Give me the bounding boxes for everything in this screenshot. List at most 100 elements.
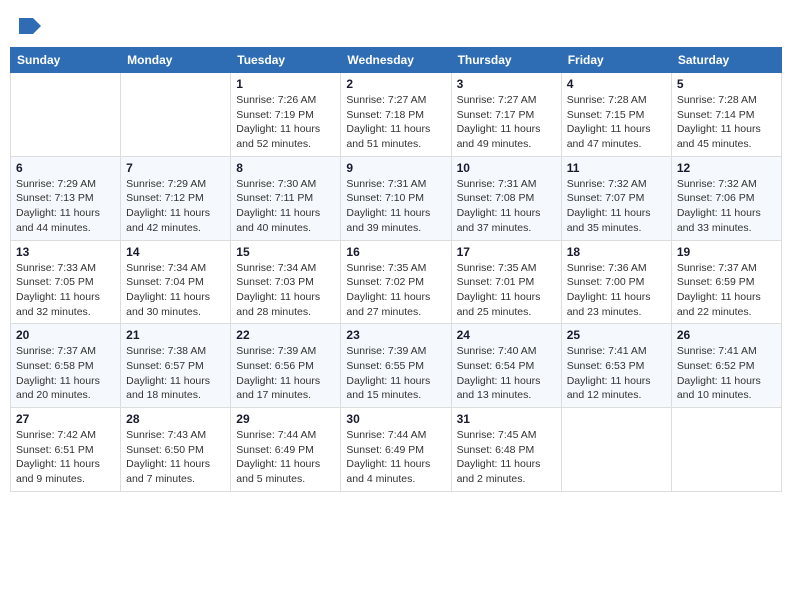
day-cell: 31 Sunrise: 7:45 AMSunset: 6:48 PMDayligh… [451,408,561,492]
day-cell: 16Sunrise: 7:35 AMSunset: 7:02 PMDayligh… [341,240,451,324]
day-cell: 13Sunrise: 7:33 AMSunset: 7:05 PMDayligh… [11,240,121,324]
day-cell: 1Sunrise: 7:26 AMSunset: 7:19 PMDaylight… [231,73,341,157]
day-info: Sunrise: 7:41 AMSunset: 6:52 PMDaylight:… [677,344,776,403]
day-info: Sunrise: 7:36 AMSunset: 7:00 PMDaylight:… [567,261,666,320]
logo-icon [19,18,41,34]
day-cell: 9 Sunrise: 7:31 AMSunset: 7:10 PMDaylight… [341,156,451,240]
day-info: Sunrise: 7:41 AMSunset: 6:53 PMDaylight:… [567,344,666,403]
day-info: Sunrise: 7:37 AMSunset: 6:59 PMDaylight:… [677,261,776,320]
day-cell: 27 Sunrise: 7:42 AMSunset: 6:51 PMDayligh… [11,408,121,492]
day-number: 13 [16,245,115,259]
day-number: 9 [346,161,445,175]
day-info: Sunrise: 7:44 AMSunset: 6:49 PMDaylight:… [346,428,445,487]
day-cell: 12Sunrise: 7:32 AMSunset: 7:06 PMDayligh… [671,156,781,240]
day-cell: 2 Sunrise: 7:27 AMSunset: 7:18 PMDaylight… [341,73,451,157]
day-cell: 28 Sunrise: 7:43 AMSunset: 6:50 PMDayligh… [121,408,231,492]
day-cell: 14 Sunrise: 7:34 AMSunset: 7:04 PMDayligh… [121,240,231,324]
day-number: 3 [457,77,556,91]
day-cell: 7Sunrise: 7:29 AMSunset: 7:12 PMDaylight… [121,156,231,240]
day-cell: 22 Sunrise: 7:39 AMSunset: 6:56 PMDayligh… [231,324,341,408]
week-row-5: 27 Sunrise: 7:42 AMSunset: 6:51 PMDayligh… [11,408,782,492]
day-number: 10 [457,161,556,175]
day-cell: 4 Sunrise: 7:28 AMSunset: 7:15 PMDaylight… [561,73,671,157]
day-cell: 26 Sunrise: 7:41 AMSunset: 6:52 PMDayligh… [671,324,781,408]
calendar-table: SundayMondayTuesdayWednesdayThursdayFrid… [10,47,782,492]
day-info: Sunrise: 7:43 AMSunset: 6:50 PMDaylight:… [126,428,225,487]
week-row-3: 13Sunrise: 7:33 AMSunset: 7:05 PMDayligh… [11,240,782,324]
day-info: Sunrise: 7:31 AMSunset: 7:10 PMDaylight:… [346,177,445,236]
day-cell [11,73,121,157]
col-header-friday: Friday [561,48,671,73]
header-row: SundayMondayTuesdayWednesdayThursdayFrid… [11,48,782,73]
day-cell [671,408,781,492]
day-info: Sunrise: 7:31 AMSunset: 7:08 PMDaylight:… [457,177,556,236]
day-cell: 10 Sunrise: 7:31 AMSunset: 7:08 PMDayligh… [451,156,561,240]
day-number: 21 [126,328,225,342]
day-number: 29 [236,412,335,426]
col-header-sunday: Sunday [11,48,121,73]
day-number: 25 [567,328,666,342]
day-info: Sunrise: 7:28 AMSunset: 7:15 PMDaylight:… [567,93,666,152]
day-info: Sunrise: 7:30 AMSunset: 7:11 PMDaylight:… [236,177,335,236]
col-header-thursday: Thursday [451,48,561,73]
day-info: Sunrise: 7:32 AMSunset: 7:06 PMDaylight:… [677,177,776,236]
day-info: Sunrise: 7:39 AMSunset: 6:56 PMDaylight:… [236,344,335,403]
day-number: 16 [346,245,445,259]
day-info: Sunrise: 7:34 AMSunset: 7:04 PMDaylight:… [126,261,225,320]
day-cell: 23 Sunrise: 7:39 AMSunset: 6:55 PMDayligh… [341,324,451,408]
day-number: 31 [457,412,556,426]
day-number: 19 [677,245,776,259]
day-cell: 24Sunrise: 7:40 AMSunset: 6:54 PMDayligh… [451,324,561,408]
day-number: 8 [236,161,335,175]
day-cell: 30 Sunrise: 7:44 AMSunset: 6:49 PMDayligh… [341,408,451,492]
day-cell: 29 Sunrise: 7:44 AMSunset: 6:49 PMDayligh… [231,408,341,492]
day-info: Sunrise: 7:35 AMSunset: 7:01 PMDaylight:… [457,261,556,320]
day-cell: 21 Sunrise: 7:38 AMSunset: 6:57 PMDayligh… [121,324,231,408]
day-cell: 15 Sunrise: 7:34 AMSunset: 7:03 PMDayligh… [231,240,341,324]
day-number: 2 [346,77,445,91]
col-header-tuesday: Tuesday [231,48,341,73]
day-number: 27 [16,412,115,426]
page-header [10,10,782,39]
day-number: 6 [16,161,115,175]
day-info: Sunrise: 7:29 AMSunset: 7:13 PMDaylight:… [16,177,115,236]
day-info: Sunrise: 7:26 AMSunset: 7:19 PMDaylight:… [236,93,335,152]
day-number: 14 [126,245,225,259]
day-info: Sunrise: 7:39 AMSunset: 6:55 PMDaylight:… [346,344,445,403]
day-info: Sunrise: 7:27 AMSunset: 7:17 PMDaylight:… [457,93,556,152]
day-info: Sunrise: 7:27 AMSunset: 7:18 PMDaylight:… [346,93,445,152]
day-cell: 25 Sunrise: 7:41 AMSunset: 6:53 PMDayligh… [561,324,671,408]
day-cell [561,408,671,492]
week-row-4: 20Sunrise: 7:37 AMSunset: 6:58 PMDayligh… [11,324,782,408]
day-number: 30 [346,412,445,426]
day-cell: 18Sunrise: 7:36 AMSunset: 7:00 PMDayligh… [561,240,671,324]
col-header-saturday: Saturday [671,48,781,73]
day-number: 20 [16,328,115,342]
day-info: Sunrise: 7:45 AMSunset: 6:48 PMDaylight:… [457,428,556,487]
day-cell: 19 Sunrise: 7:37 AMSunset: 6:59 PMDayligh… [671,240,781,324]
week-row-1: 1Sunrise: 7:26 AMSunset: 7:19 PMDaylight… [11,73,782,157]
day-cell: 6 Sunrise: 7:29 AMSunset: 7:13 PMDaylight… [11,156,121,240]
day-number: 4 [567,77,666,91]
day-number: 24 [457,328,556,342]
day-info: Sunrise: 7:44 AMSunset: 6:49 PMDaylight:… [236,428,335,487]
day-info: Sunrise: 7:38 AMSunset: 6:57 PMDaylight:… [126,344,225,403]
logo [18,14,41,35]
day-cell: 8 Sunrise: 7:30 AMSunset: 7:11 PMDaylight… [231,156,341,240]
day-number: 23 [346,328,445,342]
day-cell: 5Sunrise: 7:28 AMSunset: 7:14 PMDaylight… [671,73,781,157]
day-info: Sunrise: 7:42 AMSunset: 6:51 PMDaylight:… [16,428,115,487]
day-number: 28 [126,412,225,426]
day-info: Sunrise: 7:34 AMSunset: 7:03 PMDaylight:… [236,261,335,320]
day-cell: 3 Sunrise: 7:27 AMSunset: 7:17 PMDaylight… [451,73,561,157]
day-cell [121,73,231,157]
day-number: 22 [236,328,335,342]
day-cell: 17Sunrise: 7:35 AMSunset: 7:01 PMDayligh… [451,240,561,324]
week-row-2: 6 Sunrise: 7:29 AMSunset: 7:13 PMDaylight… [11,156,782,240]
day-number: 26 [677,328,776,342]
day-number: 5 [677,77,776,91]
col-header-monday: Monday [121,48,231,73]
day-number: 15 [236,245,335,259]
day-number: 11 [567,161,666,175]
day-number: 7 [126,161,225,175]
